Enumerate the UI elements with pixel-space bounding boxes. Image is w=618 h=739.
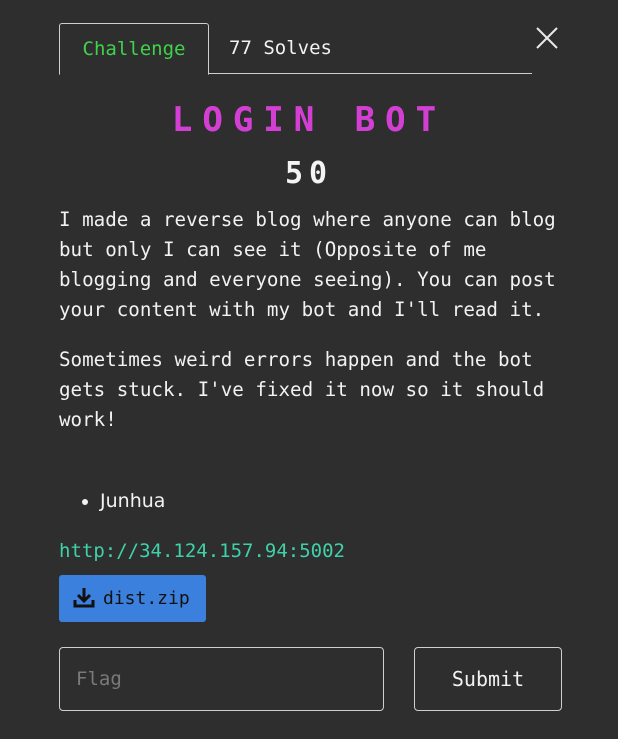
close-icon xyxy=(536,27,558,49)
download-file-button[interactable]: dist.zip xyxy=(59,575,206,622)
challenge-name: LOGIN BOT xyxy=(171,100,447,140)
file-name: dist.zip xyxy=(103,588,190,609)
download-icon xyxy=(73,588,95,608)
challenge-description: I made a reverse blog where anyone can b… xyxy=(59,205,559,455)
close-button[interactable] xyxy=(533,24,561,52)
author-item: Junhua xyxy=(100,486,165,516)
challenge-modal: Challenge 77 Solves LOGIN BOT 50 I made … xyxy=(0,0,618,739)
challenge-tabs: Challenge 77 Solves xyxy=(59,23,532,75)
challenge-link[interactable]: http://34.124.157.94:5002 xyxy=(59,536,345,566)
description-paragraph: I made a reverse blog where anyone can b… xyxy=(59,208,556,321)
author-list: Junhua xyxy=(80,486,165,516)
tab-solves[interactable]: 77 Solves xyxy=(229,23,332,74)
description-paragraph: Sometimes weird errors happen and the bo… xyxy=(59,348,545,431)
flag-input[interactable] xyxy=(59,647,384,711)
tab-challenge[interactable]: Challenge xyxy=(59,23,209,75)
submit-button[interactable]: Submit xyxy=(414,647,562,711)
challenge-points: 50 xyxy=(284,156,334,191)
